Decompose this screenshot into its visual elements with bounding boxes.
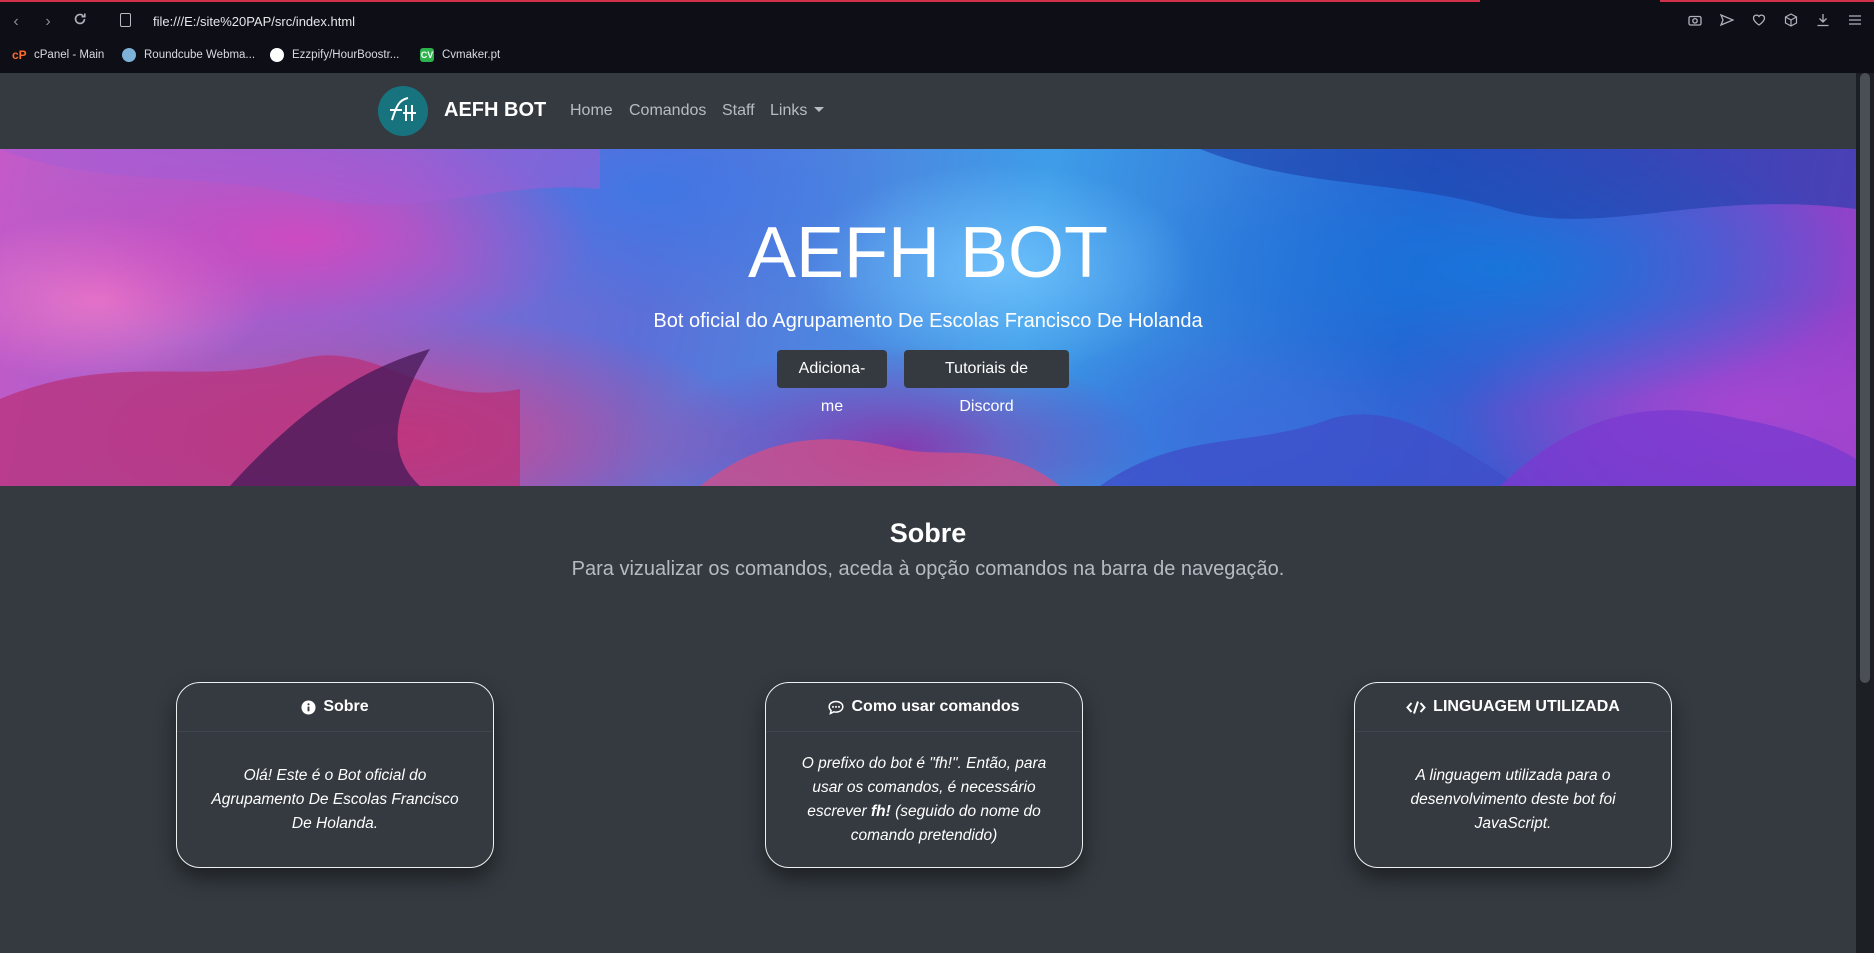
hero-subtitle: Bot oficial do Agrupamento De Escolas Fr… bbox=[653, 310, 1203, 332]
bookmark-roundcube[interactable]: Roundcube Webma... bbox=[122, 46, 255, 64]
box-icon[interactable] bbox=[1782, 13, 1800, 31]
bookmarks-bar: cP cPanel - Main Roundcube Webma... Ezzp… bbox=[0, 44, 1874, 66]
heart-icon[interactable] bbox=[1750, 13, 1768, 31]
chevron-down-icon bbox=[814, 107, 825, 112]
bookmark-label: cPanel - Main bbox=[34, 49, 105, 61]
section-subtitle: Para vizualizar os comandos, aceda à opç… bbox=[571, 558, 1285, 580]
info-icon bbox=[301, 699, 316, 715]
download-icon[interactable] bbox=[1814, 13, 1832, 31]
github-icon bbox=[270, 48, 284, 62]
cpanel-icon: cP bbox=[12, 48, 27, 62]
page-icon bbox=[120, 13, 131, 27]
tab-indicator bbox=[0, 0, 1480, 2]
bookmark-label: Ezzpify/HourBoostr... bbox=[292, 49, 400, 61]
back-icon[interactable]: ‹ bbox=[6, 12, 26, 32]
nav-link-links-label: Links bbox=[770, 102, 808, 119]
bookmark-label: Roundcube Webma... bbox=[144, 49, 256, 61]
card-como-usar-comandos: Como usar comandos O prefixo do bot é "f… bbox=[765, 682, 1083, 868]
reload-icon[interactable] bbox=[70, 12, 90, 32]
card-header: LINGUAGEM UTILIZADA bbox=[1355, 683, 1671, 732]
prefix-highlight: fh! bbox=[871, 803, 891, 820]
nav-link-comandos[interactable]: Comandos bbox=[629, 100, 706, 122]
brand-name[interactable]: AEFH BOT bbox=[444, 97, 546, 123]
add-bot-button[interactable]: Adiciona-me bbox=[777, 350, 887, 415]
bookmark-github[interactable]: Ezzpify/HourBoostr... bbox=[270, 46, 399, 64]
card-title: Como usar comandos bbox=[851, 698, 1020, 715]
card-title: Sobre bbox=[323, 698, 369, 715]
card-text: A linguagem utilizada para o desenvolvim… bbox=[1410, 767, 1616, 832]
bookmark-cpanel[interactable]: cP cPanel - Main bbox=[12, 46, 104, 64]
logo[interactable] bbox=[378, 86, 428, 136]
card-linguagem-utilizada: LINGUAGEM UTILIZADA A linguagem utilizad… bbox=[1354, 682, 1672, 868]
nav-link-staff[interactable]: Staff bbox=[722, 100, 755, 122]
browser-tools bbox=[1686, 13, 1864, 31]
nav-link-links-dropdown[interactable]: Links bbox=[770, 100, 825, 122]
bookmark-label: Cvmaker.pt bbox=[442, 49, 501, 61]
discord-tutorials-button[interactable]: Tutoriais de Discord bbox=[904, 350, 1069, 415]
bookmark-cvmaker[interactable]: CV Cvmaker.pt bbox=[420, 46, 500, 64]
code-icon bbox=[1406, 700, 1427, 715]
card-sobre: Sobre Olá! Este é o Bot oficial do Agrup… bbox=[176, 682, 494, 868]
card-body: A linguagem utilizada para o desenvolvim… bbox=[1355, 732, 1671, 868]
camera-icon[interactable] bbox=[1686, 13, 1704, 31]
card-body: O prefixo do bot é "fh!". Então, para us… bbox=[766, 732, 1082, 868]
nav-link-home[interactable]: Home bbox=[570, 100, 613, 122]
url-field[interactable]: file:///E:/site%20PAP/src/index.html bbox=[153, 13, 355, 31]
cvmaker-icon: CV bbox=[420, 48, 434, 62]
site-navbar: AEFH BOT Home Comandos Staff Links bbox=[0, 73, 1856, 149]
card-text: Olá! Este é o Bot oficial do Agrupamento… bbox=[211, 767, 459, 832]
menu-icon[interactable] bbox=[1846, 13, 1864, 31]
send-icon[interactable] bbox=[1718, 13, 1736, 31]
forward-icon[interactable]: › bbox=[38, 12, 58, 32]
card-body: Olá! Este é o Bot oficial do Agrupamento… bbox=[177, 732, 493, 868]
card-header: Como usar comandos bbox=[766, 683, 1082, 732]
hero-title: AEFH BOT bbox=[747, 213, 1109, 293]
tab-indicator-right bbox=[1660, 0, 1874, 2]
address-row: ‹ › file:///E:/site%20PAP/src/index.html bbox=[0, 4, 1874, 40]
card-header: Sobre bbox=[177, 683, 493, 732]
chat-icon bbox=[828, 700, 845, 715]
card-text: O prefixo do bot é "fh!". Então, para us… bbox=[796, 752, 1052, 848]
section-title: Sobre bbox=[889, 518, 967, 548]
scrollbar[interactable] bbox=[1856, 73, 1874, 953]
browser-toolbar: ‹ › file:///E:/site%20PAP/src/index.html bbox=[0, 0, 1874, 73]
roundcube-icon bbox=[122, 48, 136, 62]
scrollbar-thumb[interactable] bbox=[1860, 73, 1870, 683]
card-title: LINGUAGEM UTILIZADA bbox=[1433, 698, 1620, 715]
hero-banner: AEFH BOT Bot oficial do Agrupamento De E… bbox=[0, 149, 1856, 486]
